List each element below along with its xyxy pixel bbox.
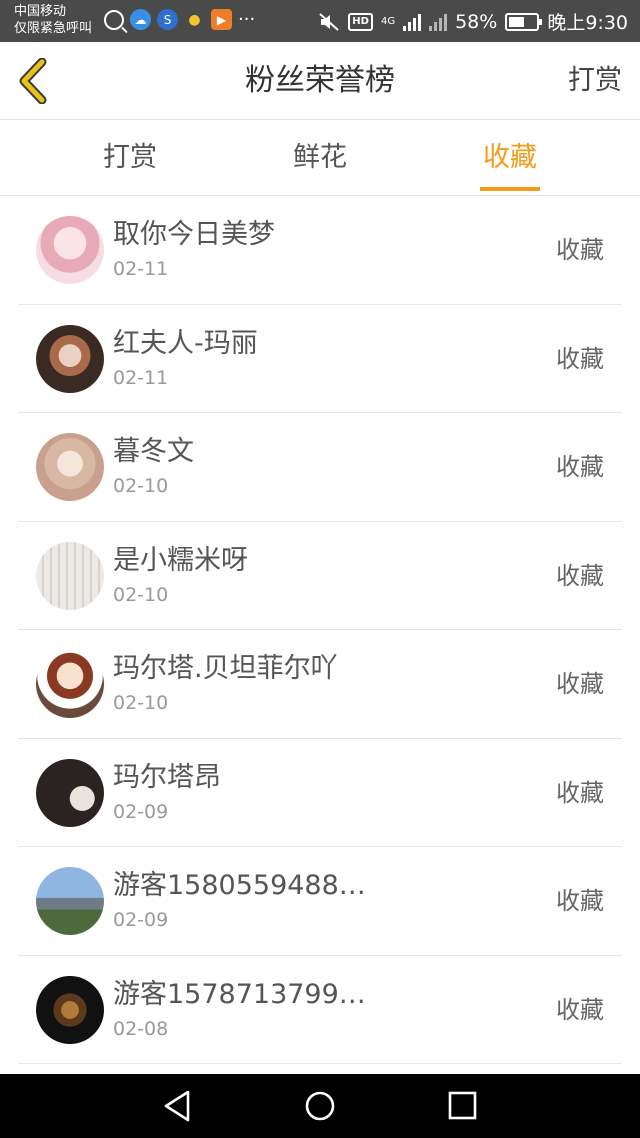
signal-2-icon — [429, 13, 448, 31]
hd-badge: HD — [348, 12, 373, 31]
fan-action: 收藏 — [556, 995, 604, 1024]
battery-percent: 58% — [455, 10, 498, 33]
fan-action: 收藏 — [556, 561, 604, 590]
tab-indicator — [480, 187, 540, 191]
fan-name: 玛尔塔昂 — [113, 761, 221, 793]
fan-name: 玛尔塔.贝坦菲尔吖 — [113, 653, 338, 684]
tab-favorites[interactable]: 收藏 — [450, 120, 570, 196]
recents-nav-icon[interactable] — [442, 1088, 482, 1124]
fan-action: 收藏 — [556, 453, 604, 481]
carrier-info: 中国移动 仅限紧急呼叫 — [14, 3, 92, 37]
header: 粉丝荣誉榜 打赏 — [0, 42, 640, 120]
list-item[interactable]: 是小糯米呀 02-10 收藏 — [18, 522, 622, 630]
search-icon — [104, 9, 124, 30]
avatar[interactable] — [36, 867, 104, 935]
network-type: 4G — [380, 15, 396, 27]
avatar[interactable] — [36, 324, 104, 393]
list-item[interactable]: 红夫人-玛丽 02-11 收藏 — [18, 305, 622, 413]
carrier-status: 仅限紧急呼叫 — [14, 21, 93, 36]
list-item[interactable]: 取你今日美梦 02-11 收藏 — [18, 196, 622, 305]
back-nav-icon[interactable] — [158, 1088, 198, 1124]
list-item[interactable]: 暮冬文 02-10 收藏 — [18, 413, 622, 522]
fan-date: 02-08 — [113, 1017, 169, 1040]
fan-date: 02-10 — [113, 583, 169, 606]
fan-name: 游客1578713799… — [113, 978, 366, 1010]
tab-flowers[interactable]: 鲜花 — [260, 120, 380, 196]
avatar[interactable] — [36, 975, 104, 1044]
signal-icon — [403, 13, 422, 31]
fan-name: 游客1580559488… — [113, 870, 366, 901]
tab-reward[interactable]: 打赏 — [70, 120, 190, 196]
cloud-icon: ☁ — [130, 9, 151, 30]
fan-action: 收藏 — [556, 344, 604, 373]
fan-name: 取你今日美梦 — [113, 219, 275, 250]
fan-date: 02-11 — [113, 366, 169, 389]
notification-icons: ☁ S ● ▶ ··· — [104, 9, 255, 30]
page-title: 粉丝荣誉榜 — [245, 63, 395, 98]
clock: 晚上9:30 — [547, 12, 628, 34]
fan-name: 暮冬文 — [113, 436, 194, 467]
carrier-name: 中国移动 — [14, 4, 67, 19]
navigation-bar — [0, 1074, 640, 1138]
fan-date: 02-09 — [113, 800, 169, 823]
fan-action: 收藏 — [556, 670, 604, 698]
list-item[interactable]: 游客1580559488… 02-09 收藏 — [18, 847, 622, 956]
fan-action: 收藏 — [556, 887, 604, 915]
fan-name: 红夫人-玛丽 — [113, 327, 258, 359]
fan-action: 收藏 — [556, 778, 604, 807]
avatar[interactable] — [36, 433, 104, 501]
battery-icon — [505, 12, 543, 31]
fan-date: 02-10 — [113, 692, 169, 714]
reward-button[interactable]: 打赏 — [568, 42, 622, 120]
fan-name: 是小糯米呀 — [113, 544, 248, 576]
list-item[interactable]: 玛尔塔昂 02-09 收藏 — [18, 739, 622, 847]
home-nav-icon[interactable] — [300, 1088, 340, 1124]
video-icon: ▶ — [211, 9, 232, 30]
tab-label: 收藏 — [483, 142, 537, 173]
system-indicators: HD 4G 58% 晚上9:30 — [318, 8, 628, 35]
fan-date: 02-09 — [113, 909, 169, 931]
more-notifications-icon: ··· — [238, 9, 256, 30]
bulb-icon: ● — [188, 11, 201, 28]
browser-icon: S — [157, 9, 178, 30]
fan-date: 02-11 — [113, 258, 169, 280]
avatar[interactable] — [36, 758, 104, 827]
list-item[interactable]: 玛尔塔.贝坦菲尔吖 02-10 收藏 — [18, 630, 622, 739]
fan-date: 02-10 — [113, 475, 169, 497]
tab-label: 鲜花 — [293, 142, 347, 173]
avatar[interactable] — [36, 216, 104, 284]
fan-action: 收藏 — [556, 236, 604, 264]
fan-list: 取你今日美梦 02-11 收藏 红夫人-玛丽 02-11 收藏 暮冬文 02-1… — [0, 196, 640, 1064]
list-item[interactable]: 游客1578713799… 02-08 收藏 — [18, 956, 622, 1064]
mute-icon — [319, 12, 339, 31]
avatar[interactable] — [36, 650, 104, 718]
status-bar: 中国移动 仅限紧急呼叫 ☁ S ● ▶ ··· HD 4G 58% 晚上9:30 — [0, 0, 640, 42]
tab-bar: 打赏 鲜花 收藏 — [0, 120, 640, 196]
tab-label: 打赏 — [103, 142, 157, 173]
avatar[interactable] — [36, 541, 104, 610]
